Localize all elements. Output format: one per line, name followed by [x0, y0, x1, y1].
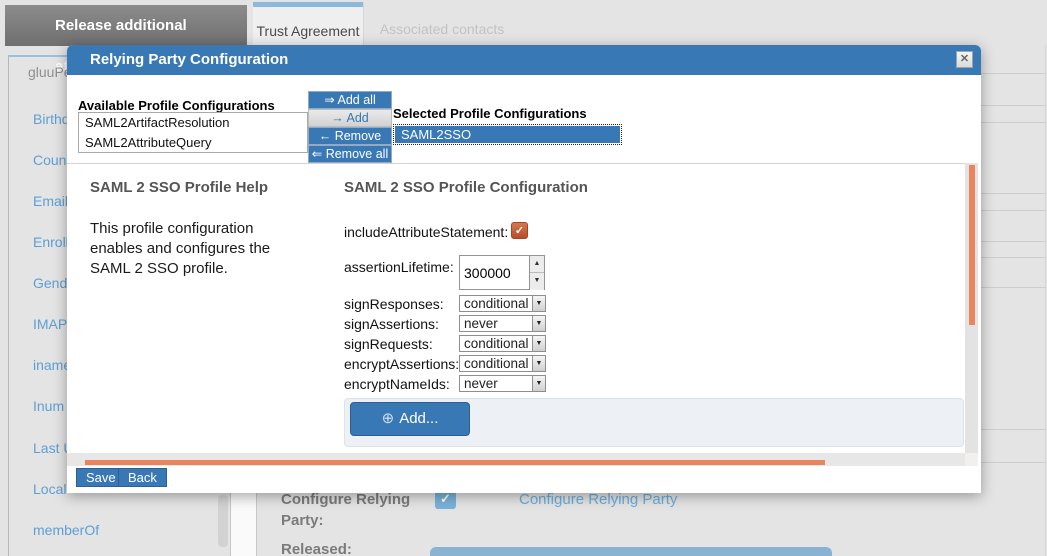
selected-profiles-list[interactable]: SAML2SSO [393, 124, 622, 145]
bg-row-divider [981, 241, 1045, 242]
sign-responses-select[interactable]: conditional ▼ [459, 295, 546, 312]
sign-responses-label: signResponses: [344, 296, 444, 312]
chevron-down-icon: ▼ [532, 296, 545, 311]
bg-row-divider [981, 257, 1045, 258]
bg-row-divider [981, 210, 1045, 211]
assertion-lifetime-input[interactable] [459, 255, 530, 290]
released-label: Released: [281, 539, 352, 556]
sign-requests-select[interactable]: conditional ▼ [459, 335, 546, 352]
sidebar-item-country[interactable]: Coun [33, 152, 66, 168]
add-button-label: Add... [399, 410, 438, 427]
sidebar-item-imap[interactable]: IMAP [33, 316, 67, 332]
dialog-header: Relying Party Configuration [67, 45, 981, 75]
list-item[interactable]: SAML2ArtifactResolution [79, 113, 307, 133]
sidebar-item-enrollment[interactable]: Enroll [33, 234, 69, 250]
help-section-title: SAML 2 SSO Profile Help [90, 179, 268, 196]
encrypt-assertions-label: encryptAssertions: [344, 356, 459, 372]
sidebar-item-memberof[interactable]: memberOf [33, 522, 99, 538]
assertion-lifetime-label: assertionLifetime: [344, 259, 454, 275]
back-button[interactable]: Back [118, 468, 167, 487]
bg-row-divider [981, 122, 1045, 123]
bg-row-divider [981, 287, 1045, 288]
spinner-up-icon[interactable]: ▲ [530, 256, 544, 273]
check-icon: ✓ [440, 491, 451, 506]
encrypt-assertions-select[interactable]: conditional ▼ [459, 355, 546, 372]
scrollbar-corner [965, 453, 978, 466]
add-all-button[interactable]: ⇒ Add all [308, 91, 392, 109]
add-profile-button[interactable]: ⊕Add... [350, 402, 470, 436]
dialog-title: Relying Party Configuration [67, 45, 981, 75]
bg-row-divider [981, 105, 1045, 106]
bg-row-divider [981, 193, 1045, 194]
check-icon: ✓ [515, 225, 524, 237]
remove-button[interactable]: ← Remove [308, 127, 392, 145]
sign-assertions-select[interactable]: never ▼ [459, 315, 546, 332]
select-value: conditional [464, 336, 529, 351]
bg-row-divider [981, 429, 1045, 430]
page: Release additional attributes Trust Agre… [0, 0, 1047, 556]
chevron-down-icon: ▼ [532, 376, 545, 391]
relying-party-configuration-dialog: Relying Party Configuration ✕ Available … [67, 45, 981, 493]
available-profiles-label: Available Profile Configurations [78, 98, 275, 113]
encrypt-nameids-select[interactable]: never ▼ [459, 375, 546, 392]
chevron-down-icon: ▼ [532, 316, 545, 331]
select-value: never [464, 376, 498, 391]
horizontal-scrollbar-thumb[interactable] [85, 460, 825, 465]
available-profiles-list[interactable]: SAML2ArtifactResolution SAML2AttributeQu… [78, 112, 308, 153]
select-value: never [464, 316, 498, 331]
assertion-lifetime-stepper: ▲ ▼ [530, 255, 545, 290]
spinner-down-icon[interactable]: ▼ [530, 273, 544, 290]
bg-right-border [1045, 45, 1046, 556]
sign-requests-label: signRequests: [344, 336, 433, 352]
selected-profiles-label: Selected Profile Configurations [393, 106, 587, 121]
list-item-selected[interactable]: SAML2SSO [395, 126, 620, 143]
add-button[interactable]: → Add [308, 109, 392, 127]
content-gap-column [231, 493, 257, 556]
select-value: conditional [464, 296, 529, 311]
sidebar-item-inum[interactable]: Inum [33, 398, 64, 414]
vertical-scrollbar-thumb[interactable] [969, 165, 975, 325]
include-attribute-statement-label: includeAttributeStatement: [344, 224, 508, 240]
chevron-down-icon: ▼ [532, 356, 545, 371]
sidebar-scrollbar-thumb[interactable] [218, 495, 228, 547]
config-section-title: SAML 2 SSO Profile Configuration [344, 179, 588, 196]
configure-relying-party-link[interactable]: Configure Relying Party [519, 491, 677, 508]
bg-row-divider [981, 462, 1045, 463]
sidebar-item-iname[interactable]: iname [33, 357, 71, 373]
released-panel-top [430, 547, 832, 556]
list-item[interactable]: SAML2AttributeQuery [79, 133, 307, 153]
profile-config-content: SAML 2 SSO Profile Help This profile con… [67, 163, 965, 453]
add-profile-panel: ⊕Add... [344, 398, 964, 447]
configure-relying-party-label: Configure Relying Party: [281, 489, 416, 531]
sidebar-item-locale[interactable]: Local [33, 481, 66, 497]
sign-assertions-label: signAssertions: [344, 316, 439, 332]
sidebar-item-birthdate[interactable]: Birthd [33, 111, 70, 127]
close-icon[interactable]: ✕ [956, 51, 973, 68]
encrypt-nameids-label: encryptNameIds: [344, 376, 450, 392]
chevron-down-icon: ▼ [532, 336, 545, 351]
panel-header-release-attributes: Release additional attributes [5, 5, 247, 46]
transfer-button-stack: ⇒ Add all → Add ← Remove ⇐ Remove all [308, 91, 392, 163]
bg-row-divider [981, 73, 1045, 74]
sidebar-item-gender[interactable]: Gend [33, 275, 67, 291]
remove-all-button[interactable]: ⇐ Remove all [308, 145, 392, 163]
select-value: conditional [464, 356, 529, 371]
help-section-body: This profile configuration enables and c… [90, 219, 275, 279]
include-attribute-statement-checkbox[interactable]: ✓ [511, 222, 528, 239]
plus-icon: ⊕ [382, 410, 395, 427]
sidebar-item-email[interactable]: Email [33, 193, 68, 209]
